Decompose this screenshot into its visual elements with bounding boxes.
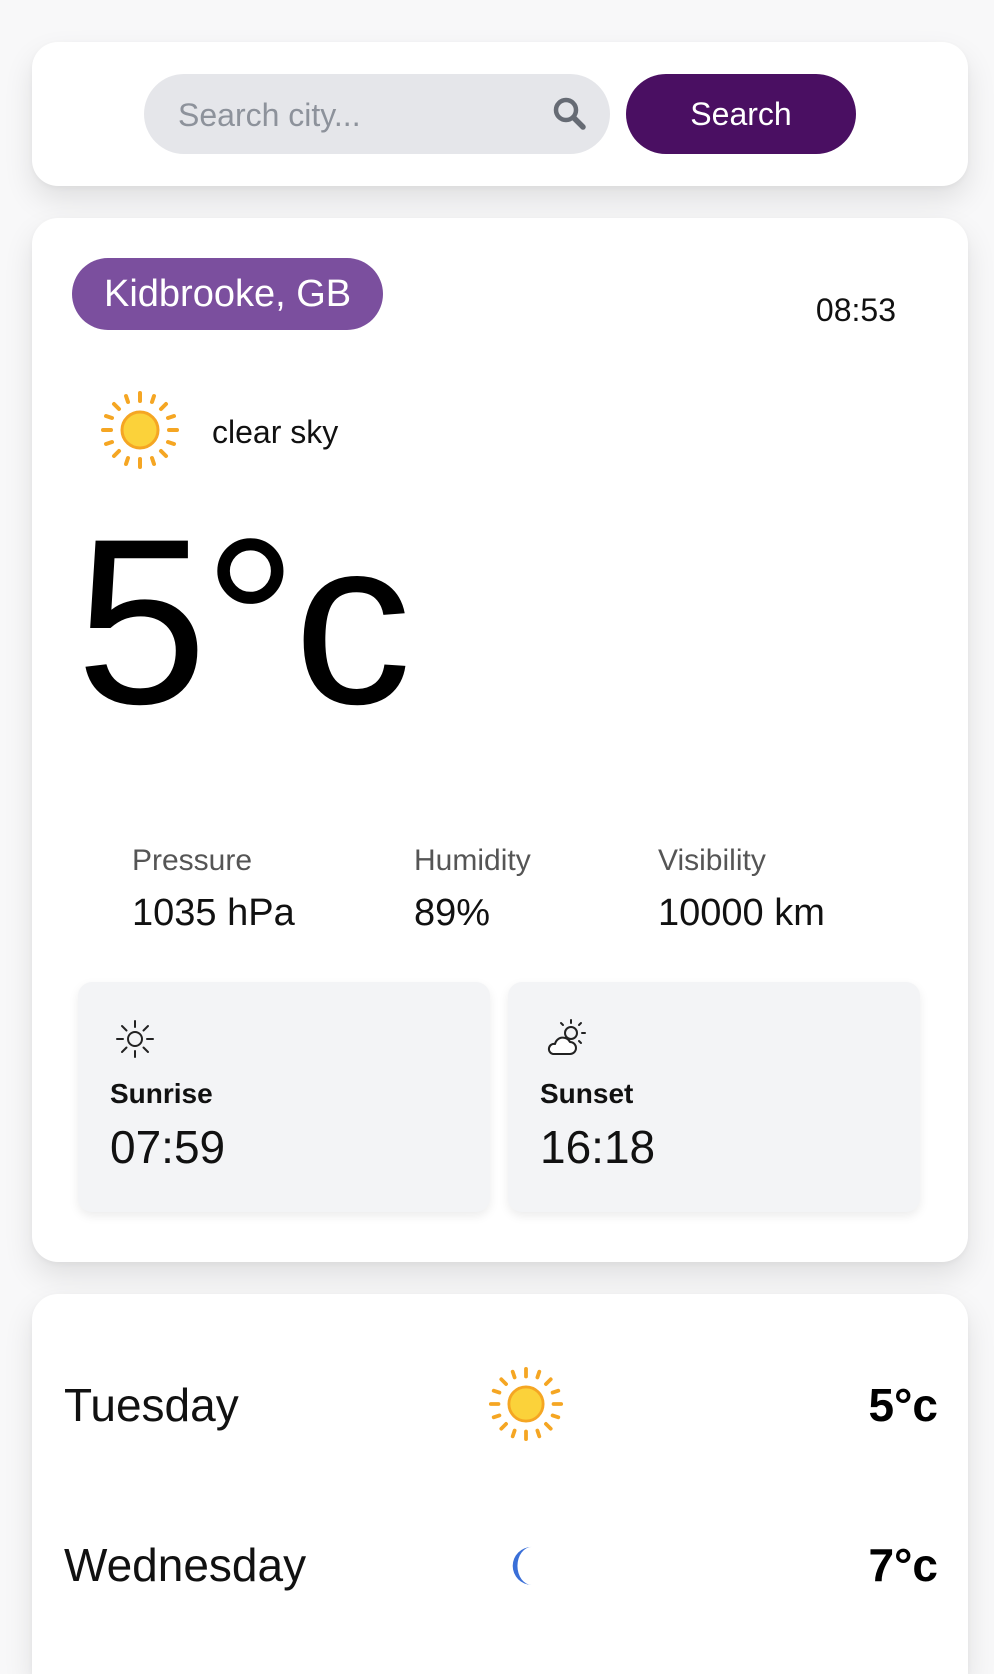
sunrise-label: Sunrise	[110, 1078, 213, 1109]
local-time: 08:53	[815, 292, 896, 328]
search-button[interactable]: Search	[626, 74, 856, 154]
forecast-temperature: 5°c	[868, 1379, 938, 1431]
forecast-row: Wednesday 7°c	[32, 1508, 968, 1628]
search-box[interactable]	[144, 74, 610, 156]
humidity-label: Humidity	[414, 844, 531, 877]
pressure-value: 1035 hPa	[132, 892, 295, 934]
pressure-label: Pressure	[132, 844, 253, 877]
forecast-day: Wednesday	[64, 1539, 307, 1591]
humidity-value: 89%	[414, 892, 491, 934]
sun-icon	[101, 391, 179, 469]
cloud-sun-outline-icon	[547, 1019, 586, 1055]
condition-text: clear sky	[212, 414, 339, 450]
humidity-stat: Humidity 89%	[414, 844, 531, 935]
visibility-label: Visibility	[658, 844, 766, 877]
forecast-card: Tuesday 5°c Wednesday 7°c	[32, 1294, 968, 1674]
visibility-value: 10000 km	[658, 892, 825, 934]
forecast-row: Tuesday 5°c	[32, 1348, 968, 1468]
current-weather-card: Kidbrooke, GB 08:53 clear sky 5°c Pressu…	[32, 218, 968, 1262]
current-temperature: 5°c	[76, 490, 412, 754]
search-icon[interactable]	[550, 94, 590, 134]
sunrise-card: Sunrise 07:59	[78, 982, 490, 1212]
forecast-temperature: 7°c	[868, 1539, 938, 1591]
sunrise-value: 07:59	[110, 1121, 226, 1173]
forecast-day: Tuesday	[64, 1379, 239, 1431]
search-input[interactable]	[176, 74, 540, 156]
search-card: Search	[32, 42, 968, 186]
moon-icon	[512, 1546, 532, 1585]
location-badge: Kidbrooke, GB	[72, 258, 384, 330]
pressure-stat: Pressure 1035 hPa	[132, 844, 295, 935]
visibility-stat: Visibility 10000 km	[658, 844, 825, 935]
sunset-card: Sunset 16:18	[508, 982, 920, 1212]
sunset-label: Sunset	[540, 1078, 634, 1109]
sun-icon	[488, 1366, 564, 1442]
sun-outline-icon	[116, 1020, 154, 1058]
sunset-value: 16:18	[540, 1121, 656, 1173]
